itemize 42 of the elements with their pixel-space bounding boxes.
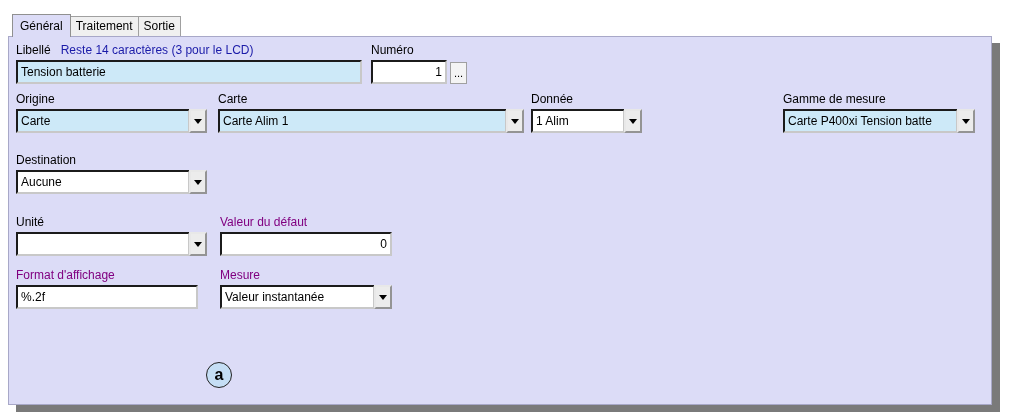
field-label: Donnée [531,92,574,106]
dropdown-field[interactable]: Valeur instantanée [220,285,375,309]
field-label: Carte [218,92,248,106]
caret-icon [194,241,202,247]
dropdown-button[interactable] [189,170,207,194]
caret-icon [629,118,637,124]
dropdown-field[interactable]: Carte Alim 1 [218,109,507,133]
dropdown-button[interactable] [189,232,207,256]
field-label: Origine [16,92,55,106]
tab[interactable]: Sortie [137,16,181,36]
dropdown-field[interactable]: Aucune [16,170,190,194]
dropdown-field[interactable]: 1 Alim [531,109,625,133]
field-label: Libellé [16,43,51,57]
dropdown-button[interactable] [506,109,524,133]
dropdown-button[interactable] [957,109,975,133]
input-field[interactable]: 0 [220,232,392,256]
input-field[interactable]: Tension batterie [16,60,362,84]
tab[interactable]: Général [12,14,71,37]
caret-icon [379,294,387,300]
caret-icon [962,118,970,124]
browse-button[interactable]: ... [450,62,468,84]
field-label: Numéro [371,43,414,57]
tab[interactable]: Traitement [69,16,139,36]
dropdown-button[interactable] [189,109,207,133]
field-label: Valeur du défaut [220,215,308,229]
field-label: Format d'affichage [16,268,115,282]
field-label: Unité [16,215,44,229]
character-count-note: Reste 14 caractères (3 pour le LCD) [60,43,254,57]
dropdown-field[interactable]: Carte [16,109,190,133]
dropdown-field[interactable] [16,232,190,256]
dropdown-field[interactable]: Carte P400xi Tension batte [783,109,958,133]
caret-icon [511,118,519,124]
field-label: Gamme de mesure [783,92,886,106]
caret-icon [194,179,202,185]
field-label: Destination [16,153,77,167]
dropdown-button[interactable] [624,109,642,133]
dropdown-button[interactable] [374,285,392,309]
input-field[interactable]: 1 [371,60,447,84]
caret-icon [194,118,202,124]
input-field[interactable]: %.2f [16,285,198,309]
field-label: Mesure [220,268,260,282]
callout-marker: a [206,362,232,388]
